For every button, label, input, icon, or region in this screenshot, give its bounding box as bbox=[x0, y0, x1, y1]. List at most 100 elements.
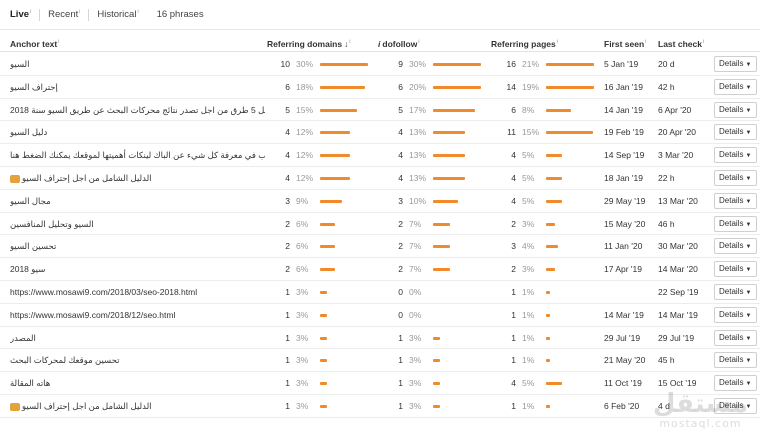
anchor-text[interactable]: مجال السيو bbox=[10, 190, 265, 213]
referring-domains-count[interactable]: 1 bbox=[270, 327, 290, 350]
referring-pages-count[interactable]: 6 bbox=[496, 99, 516, 122]
dofollow-count[interactable]: 3 bbox=[383, 190, 403, 213]
details-button[interactable]: Details ▼ bbox=[714, 78, 757, 95]
referring-domains-count[interactable]: 5 bbox=[270, 99, 290, 122]
anchor-text[interactable]: تحسين موقعك لمحركات البحث bbox=[10, 349, 265, 372]
first-seen-date: 6 Feb '20 bbox=[604, 400, 640, 411]
details-button[interactable]: Details ▼ bbox=[714, 147, 757, 164]
dofollow-count[interactable]: 4 bbox=[383, 167, 403, 190]
dofollow-count[interactable]: 2 bbox=[383, 235, 403, 258]
dofollow-count[interactable]: 9 bbox=[383, 53, 403, 76]
dofollow-count[interactable]: 4 bbox=[383, 144, 403, 167]
referring-pages-count[interactable]: 1 bbox=[496, 349, 516, 372]
referring-pages-count[interactable]: 3 bbox=[496, 235, 516, 258]
anchor-text[interactable]: https://www.mosawi9.com/2018/03/seo-2018… bbox=[10, 281, 265, 304]
column-header-first-seen[interactable]: First seeni bbox=[604, 39, 646, 49]
details-button[interactable]: Details ▼ bbox=[714, 352, 757, 369]
dofollow-count[interactable]: 1 bbox=[383, 349, 403, 372]
column-header-dofollow[interactable]: i dofollowi bbox=[378, 39, 419, 49]
referring-pages-count[interactable]: 1 bbox=[496, 327, 516, 350]
referring-pages-count[interactable]: 1 bbox=[496, 281, 516, 304]
tab-live[interactable]: Live i bbox=[10, 9, 39, 20]
tab-historical[interactable]: Historical i bbox=[97, 9, 146, 20]
details-button[interactable]: Details ▼ bbox=[714, 192, 757, 209]
referring-domains-count[interactable]: 1 bbox=[270, 281, 290, 304]
anchor-text[interactable]: https://www.mosawi9.com/2018/12/seo.html bbox=[10, 304, 265, 327]
details-button[interactable]: Details ▼ bbox=[714, 261, 757, 278]
details-button[interactable]: Details ▼ bbox=[714, 169, 757, 186]
anchor-text[interactable]: إحتراف السيو bbox=[10, 76, 265, 99]
dofollow-count[interactable]: 1 bbox=[383, 372, 403, 395]
dofollow-count[interactable]: 1 bbox=[383, 395, 403, 418]
details-button[interactable]: Details ▼ bbox=[714, 283, 757, 300]
referring-domains-count[interactable]: 2 bbox=[270, 235, 290, 258]
column-header-referring-pages[interactable]: Referring pagesi bbox=[491, 39, 558, 49]
referring-pages-count[interactable]: 1 bbox=[496, 395, 516, 418]
info-icon: i bbox=[349, 39, 351, 46]
referring-domains-count[interactable]: 4 bbox=[270, 144, 290, 167]
referring-domains-count[interactable]: 3 bbox=[270, 190, 290, 213]
anchor-text[interactable]: و إن كنت ترغب في معرفة كل شيء عن الباك ل… bbox=[10, 144, 265, 167]
referring-pages-count[interactable]: 2 bbox=[496, 213, 516, 236]
referring-domains-bar bbox=[320, 154, 350, 158]
referring-domains-count[interactable]: 1 bbox=[270, 372, 290, 395]
referring-pages-count[interactable]: 14 bbox=[496, 76, 516, 99]
anchor-text[interactable]: السيو وتحليل المنافسين bbox=[10, 213, 265, 236]
details-button[interactable]: Details ▼ bbox=[714, 238, 757, 255]
anchor-text[interactable]: هاته المقالة bbox=[10, 372, 265, 395]
referring-domains-count[interactable]: 1 bbox=[270, 395, 290, 418]
dofollow-count[interactable]: 5 bbox=[383, 99, 403, 122]
referring-domains-count[interactable]: 2 bbox=[270, 213, 290, 236]
referring-domains-count[interactable]: 10 bbox=[270, 53, 290, 76]
referring-domains-count[interactable]: 2 bbox=[270, 258, 290, 281]
details-button[interactable]: Details ▼ bbox=[714, 124, 757, 141]
dofollow-bar bbox=[433, 154, 465, 158]
table-row: المصدر 1 3% 1 3% 1 1% 29 Jul '19 29 Jul '19 Detai… bbox=[0, 327, 760, 350]
referring-pages-count[interactable]: 4 bbox=[496, 167, 516, 190]
referring-domains-count[interactable]: 4 bbox=[270, 121, 290, 144]
referring-pages-percent: 1% bbox=[522, 332, 535, 343]
table-row: السيو 10 30% 9 30% 16 21% 5 Jan '19 20 d Details ▼ bbox=[0, 53, 760, 76]
referring-domains-count[interactable]: 6 bbox=[270, 76, 290, 99]
column-header-referring-domains[interactable]: Referring domains ↓i bbox=[267, 39, 350, 49]
column-header-anchor-text[interactable]: Anchor texti bbox=[10, 39, 59, 49]
anchor-text[interactable]: السيو bbox=[10, 53, 265, 76]
dofollow-count[interactable]: 2 bbox=[383, 258, 403, 281]
referring-pages-count[interactable]: 1 bbox=[496, 304, 516, 327]
referring-pages-count[interactable]: 4 bbox=[496, 372, 516, 395]
referring-domains-count[interactable]: 1 bbox=[270, 304, 290, 327]
dofollow-count[interactable]: 0 bbox=[383, 281, 403, 304]
anchor-text[interactable]: تحسين السيو bbox=[10, 235, 265, 258]
referring-pages-count[interactable]: 16 bbox=[496, 53, 516, 76]
anchor-text[interactable]: سيو 2018 bbox=[10, 258, 265, 281]
table-row: السيو وتحليل المنافسين 2 6% 2 7% 2 3% 15 May '2… bbox=[0, 213, 760, 236]
dofollow-count[interactable]: 1 bbox=[383, 327, 403, 350]
referring-pages-count[interactable]: 4 bbox=[496, 144, 516, 167]
referring-domains-count[interactable]: 1 bbox=[270, 349, 290, 372]
details-button[interactable]: Details ▼ bbox=[714, 306, 757, 323]
referring-domains-count[interactable]: 4 bbox=[270, 167, 290, 190]
referring-pages-count[interactable]: 2 bbox=[496, 258, 516, 281]
anchor-text[interactable]: الدليل الشامل من اجل إحتراف السيو bbox=[10, 167, 265, 190]
details-button[interactable]: Details ▼ bbox=[714, 56, 757, 72]
referring-pages-percent: 5% bbox=[522, 150, 535, 161]
dofollow-count[interactable]: 6 bbox=[383, 76, 403, 99]
anchor-text[interactable]: افضل 5 طرق من اجل تصدر نتائج محركات البح… bbox=[10, 99, 265, 122]
details-button[interactable]: Details ▼ bbox=[714, 101, 757, 118]
referring-pages-bar bbox=[546, 268, 555, 272]
anchor-text[interactable]: دليل السيو bbox=[10, 121, 265, 144]
dofollow-count[interactable]: 4 bbox=[383, 121, 403, 144]
details-button[interactable]: Details ▼ bbox=[714, 329, 757, 346]
details-button[interactable]: Details ▼ bbox=[714, 215, 757, 232]
referring-pages-count[interactable]: 4 bbox=[496, 190, 516, 213]
anchor-text[interactable]: الدليل الشامل من اجل إحتراف السيو bbox=[10, 395, 265, 418]
referring-pages-count[interactable]: 11 bbox=[496, 121, 516, 144]
column-header-last-check[interactable]: Last checki bbox=[658, 39, 704, 49]
tab-recent[interactable]: Recent i bbox=[48, 9, 88, 20]
referring-domains-bar bbox=[320, 313, 327, 317]
dofollow-count[interactable]: 2 bbox=[383, 213, 403, 236]
referring-pages-bar bbox=[546, 85, 594, 89]
caret-down-icon: ▼ bbox=[745, 221, 752, 228]
anchor-text[interactable]: المصدر bbox=[10, 327, 265, 350]
dofollow-count[interactable]: 0 bbox=[383, 304, 403, 327]
